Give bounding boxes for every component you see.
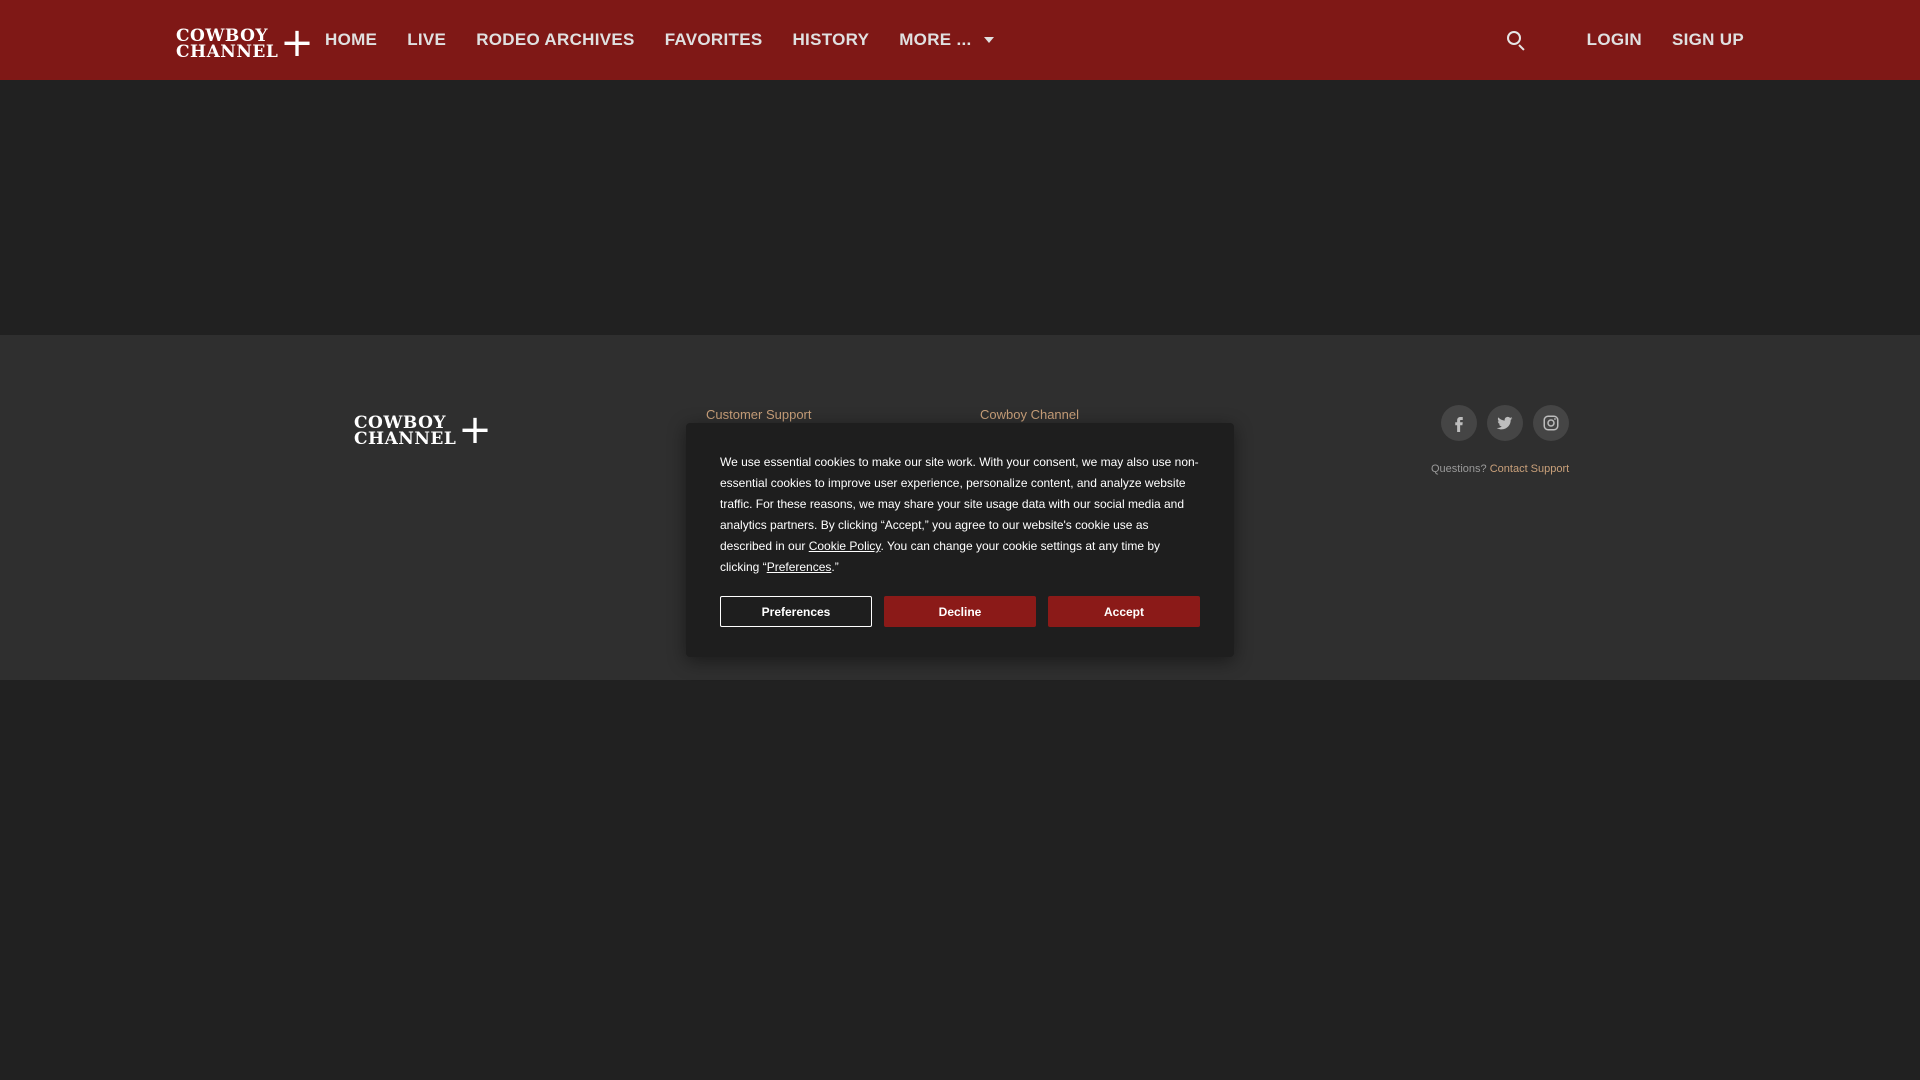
nav-live[interactable]: LIVE — [407, 30, 446, 50]
preferences-inline-link[interactable]: Preferences — [767, 560, 832, 574]
nav-more-dropdown[interactable]: MORE ... — [899, 30, 994, 50]
footer-logo-line-channel: CHANNEL — [354, 429, 457, 449]
login-link[interactable]: LOGIN — [1587, 30, 1642, 50]
chevron-down-icon — [983, 37, 994, 43]
cookie-policy-link[interactable]: Cookie Policy — [809, 539, 881, 553]
decline-button[interactable]: Decline — [884, 596, 1036, 627]
footer-logo-wordmark: COWBOY CHANNEL — [354, 415, 457, 449]
contact-support-link[interactable]: Contact Support — [1490, 463, 1570, 475]
twitter-icon[interactable] — [1487, 405, 1523, 441]
questions-label: Questions? — [1431, 463, 1487, 475]
search-icon[interactable] — [1505, 29, 1527, 51]
footer-customer-support-link[interactable]: Customer Support — [706, 407, 812, 422]
cookie-button-row: Preferences Decline Accept — [720, 596, 1200, 627]
logo-plus-icon: + — [280, 20, 314, 66]
facebook-icon[interactable] — [1441, 405, 1477, 441]
logo-line-channel: CHANNEL — [176, 42, 279, 62]
preferences-button[interactable]: Preferences — [720, 596, 872, 627]
footer-logo-plus-icon: + — [458, 407, 492, 453]
questions-contact-line: Questions? Contact Support — [1431, 463, 1569, 475]
cowboy-channel-plus-logo[interactable]: COWBOY CHANNEL + — [176, 20, 314, 66]
cookie-text-part-3: .” — [831, 560, 839, 574]
accept-button[interactable]: Accept — [1048, 596, 1200, 627]
footer-logo[interactable]: COWBOY CHANNEL + — [354, 407, 492, 453]
nav-favorites[interactable]: FAVORITES — [665, 30, 763, 50]
cookie-consent-dialog: We use essential cookies to make our sit… — [686, 423, 1234, 657]
instagram-icon[interactable] — [1533, 405, 1569, 441]
cookie-consent-text: We use essential cookies to make our sit… — [720, 452, 1200, 578]
nav-more-label: MORE ... — [899, 30, 972, 49]
header-actions: LOGIN SIGN UP — [1505, 0, 1744, 80]
logo-wordmark: COWBOY CHANNEL — [176, 28, 279, 62]
social-links — [1441, 405, 1579, 441]
signup-link[interactable]: SIGN UP — [1672, 30, 1744, 50]
nav-rodeo-archives[interactable]: RODEO ARCHIVES — [476, 30, 634, 50]
top-navigation-bar: COWBOY CHANNEL + HOME LIVE RODEO ARCHIVE… — [0, 0, 1920, 80]
footer-cowboy-channel-link[interactable]: Cowboy Channel — [980, 407, 1079, 422]
nav-history[interactable]: HISTORY — [792, 30, 869, 50]
nav-home[interactable]: HOME — [325, 30, 377, 50]
main-nav: HOME LIVE RODEO ARCHIVES FAVORITES HISTO… — [325, 0, 1024, 80]
